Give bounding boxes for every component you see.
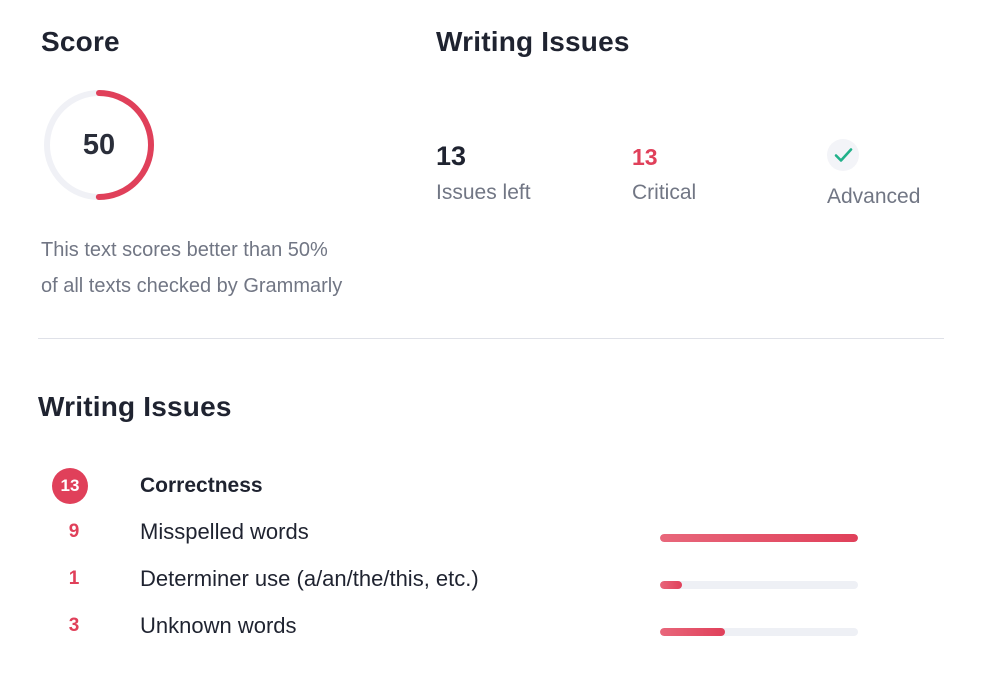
issue-count: 3 (68, 615, 80, 636)
issue-count: 1 (68, 568, 80, 589)
issue-label: Determiner use (a/an/the/this, etc.) (140, 566, 479, 591)
issue-bar-track (660, 534, 858, 542)
issues-left-label: Issues left (436, 181, 531, 204)
issue-row-unknown-words[interactable]: 3 Unknown words (0, 609, 984, 649)
advanced-label: Advanced (827, 185, 921, 208)
score-title: Score (41, 26, 120, 57)
writing-issues-summary-title: Writing Issues (436, 26, 630, 57)
score-description: This text scores better than 50% of all … (41, 232, 421, 304)
issue-row-misspelled-words[interactable]: 9 Misspelled words (0, 515, 984, 555)
critical-value: 13 (632, 144, 658, 170)
issue-bar-fill (660, 534, 858, 542)
issue-label: Misspelled words (140, 519, 309, 544)
issue-bar-track (660, 581, 858, 589)
section-divider (38, 338, 944, 339)
correctness-count-badge: 13 (52, 468, 88, 504)
correctness-label[interactable]: Correctness (140, 474, 263, 498)
issues-left-value: 13 (436, 141, 467, 171)
issue-bar-fill (660, 628, 726, 636)
writing-issues-title: Writing Issues (38, 391, 232, 422)
issue-count: 9 (68, 521, 80, 542)
critical-label: Critical (632, 181, 697, 204)
issue-bar-fill (660, 581, 682, 589)
score-value: 50 (82, 129, 116, 161)
issue-label: Unknown words (140, 613, 297, 638)
issue-row-determiner-use[interactable]: 1 Determiner use (a/an/the/this, etc.) (0, 562, 984, 602)
check-icon (827, 139, 859, 171)
score-description-line2: of all texts checked by Grammarly (41, 275, 343, 297)
score-description-line1: This text scores better than 50% (41, 239, 328, 261)
issue-bar-track (660, 628, 858, 636)
